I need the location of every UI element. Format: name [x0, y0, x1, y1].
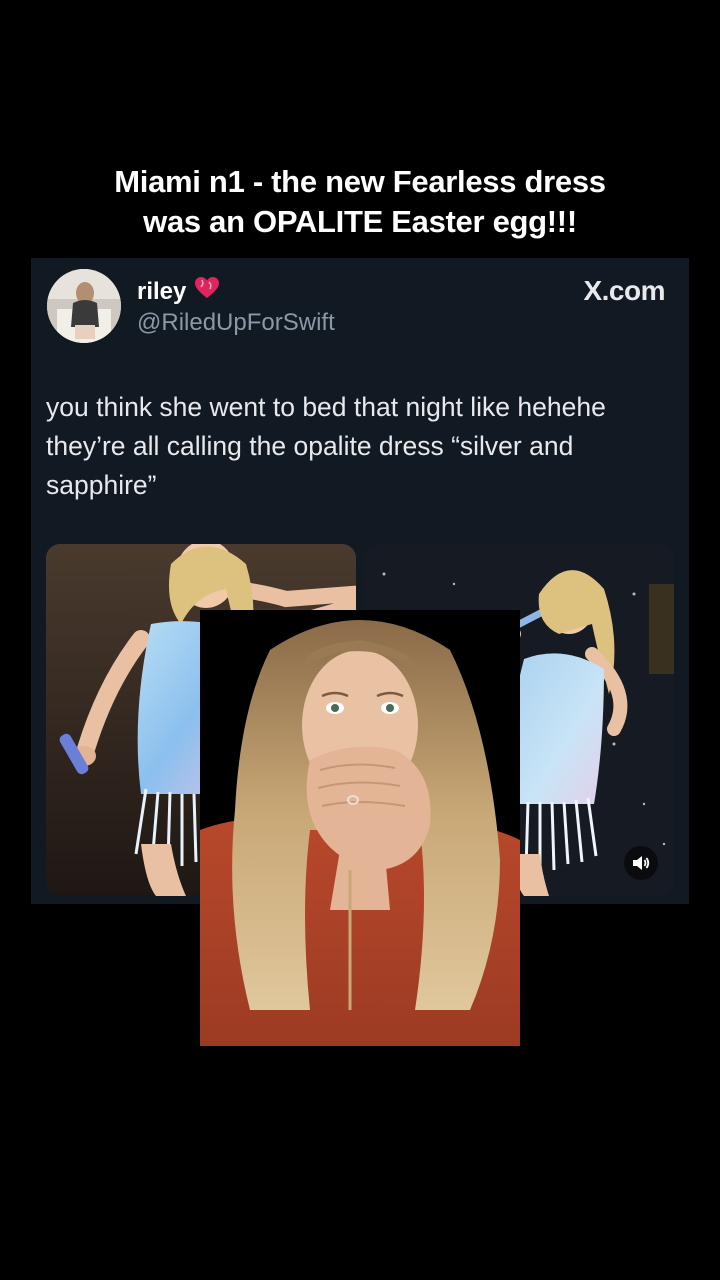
heart-icon [194, 276, 220, 307]
video-caption: Miami n1 - the new Fearless dress was an… [0, 162, 720, 242]
tweet-text: you think she went to bed that night lik… [46, 392, 606, 500]
caption-line-1: Miami n1 - the new Fearless dress [114, 164, 606, 199]
avatar[interactable] [47, 269, 121, 343]
display-name-row: riley [137, 276, 220, 307]
display-name[interactable]: riley [137, 278, 186, 306]
reaction-person-overlay [200, 610, 520, 1046]
user-handle[interactable]: @RiledUpForSwift [137, 309, 335, 337]
volume-icon[interactable] [624, 846, 658, 880]
caption-line-2: was an OPALITE Easter egg!!! [143, 204, 577, 239]
x-com-watermark: X.com [583, 275, 665, 306]
